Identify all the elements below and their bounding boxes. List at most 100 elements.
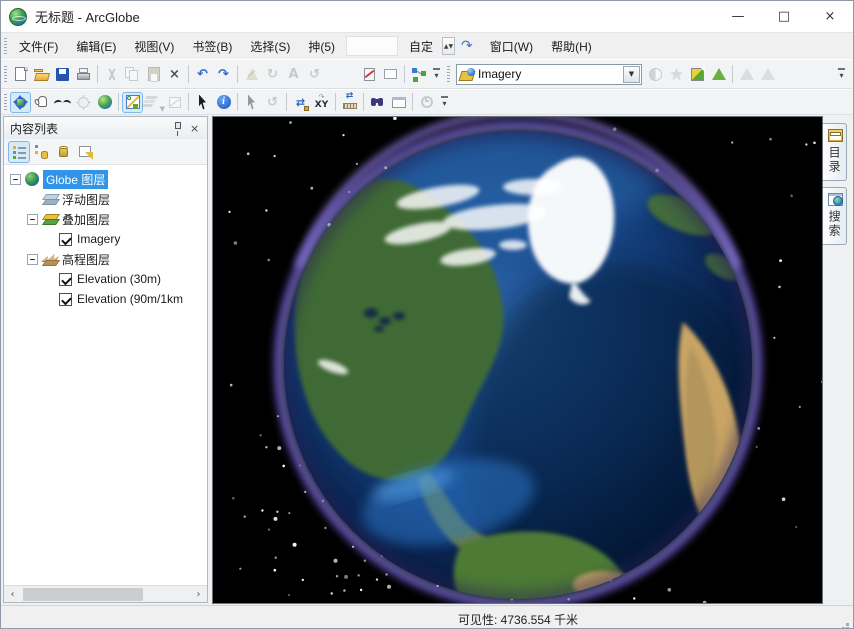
menubar-grip[interactable] [4, 38, 7, 54]
globe-viewport[interactable] [212, 116, 823, 604]
menu-selection[interactable]: 选择(S) [241, 34, 299, 59]
tree-item-floating-layers[interactable]: 浮动图层 [4, 189, 207, 209]
toolbar-grip[interactable] [4, 66, 7, 82]
menu-view[interactable]: 视图(V) [125, 34, 183, 59]
menu-geoprocessing[interactable]: 抻(5) [299, 34, 344, 59]
layer-combo-dropdown-button[interactable]: ▼ [623, 66, 640, 83]
cut-icon[interactable] [102, 65, 121, 84]
toolbar-dropdown-icon[interactable]: ▾ [430, 65, 443, 84]
pan-tool-button[interactable] [32, 93, 51, 112]
delete-icon[interactable]: × [165, 65, 184, 84]
paste-icon[interactable] [144, 65, 163, 84]
open-document-button[interactable] [32, 65, 51, 84]
toolbar-spinner-button[interactable]: ▲▼ [442, 37, 455, 55]
list-by-source-button[interactable] [31, 142, 51, 162]
tree-label-imagery[interactable]: Imagery [77, 232, 120, 246]
tree-item-elevation-30m[interactable]: Elevation (30m) [4, 269, 207, 289]
brightness-icon[interactable] [667, 65, 686, 84]
copy-icon[interactable] [123, 65, 142, 84]
tree-label-draped[interactable]: 叠加图层 [62, 211, 110, 228]
resize-grip[interactable] [846, 623, 849, 626]
scroll-left-icon[interactable]: ‹ [4, 586, 21, 603]
label-tool-icon[interactable]: A [284, 65, 303, 84]
find-tool[interactable] [368, 93, 387, 112]
tools-toolbar-grip[interactable] [4, 94, 7, 110]
new-document-button[interactable] [11, 65, 30, 84]
search-tab[interactable]: 搜索 [823, 187, 847, 245]
floating-redo-icon[interactable]: ↷ [461, 38, 473, 54]
rotate-back-icon[interactable]: ↺ [305, 65, 324, 84]
identify-tool[interactable]: i [214, 93, 233, 112]
fly-tool-button[interactable] [53, 93, 72, 112]
contrast-icon[interactable] [646, 65, 665, 84]
navigation-mode-button[interactable] [123, 93, 142, 112]
menu-customize[interactable]: 自定 [400, 34, 442, 59]
lighting-icon[interactable] [737, 65, 756, 84]
shading-icon[interactable] [758, 65, 777, 84]
imagery-checkbox[interactable] [59, 233, 72, 246]
tree-item-draped-layers[interactable]: 叠加图层 [4, 209, 207, 229]
menu-edit[interactable]: 编辑(E) [67, 34, 125, 59]
menu-help[interactable]: 帮助(H) [542, 34, 601, 59]
collapse-icon[interactable] [27, 214, 38, 225]
undo-button[interactable]: ↶ [193, 65, 212, 84]
viewer-window-icon[interactable] [381, 65, 400, 84]
zoom-to-layer-dropdown[interactable]: ▼ [144, 93, 163, 112]
model-builder-icon[interactable] [409, 65, 428, 84]
list-by-drawing-order-button[interactable] [9, 142, 29, 162]
measure-tool[interactable]: ⇄ [340, 93, 359, 112]
tree-label-elevation[interactable]: 高程图层 [62, 251, 110, 268]
collapse-icon[interactable] [10, 174, 21, 185]
menu-file[interactable]: 文件(F) [10, 34, 67, 59]
maximize-button[interactable]: □ [761, 1, 807, 32]
tree-label-floating[interactable]: 浮动图层 [62, 191, 110, 208]
tree-item-imagery[interactable]: Imagery [4, 229, 207, 249]
toolbar-overflow-icon[interactable]: ▾ [835, 65, 848, 84]
toc-horizontal-scrollbar[interactable]: ‹ › [4, 585, 207, 602]
transparency-icon[interactable] [709, 65, 728, 84]
menu-window[interactable]: 窗口(W) [481, 34, 542, 59]
select-features-tool[interactable] [193, 93, 212, 112]
print-button[interactable] [74, 65, 93, 84]
layer-combo-value: Imagery [478, 67, 623, 81]
elevation-30m-checkbox[interactable] [59, 273, 72, 286]
zoom-to-selected-button[interactable] [165, 93, 184, 112]
redo-button[interactable]: ↷ [214, 65, 233, 84]
layer-combobox[interactable]: Imagery ▼ [456, 64, 642, 85]
scroll-right-icon[interactable]: › [190, 586, 207, 603]
toc-close-icon[interactable]: × [186, 120, 203, 137]
pin-icon[interactable] [169, 120, 186, 137]
tree-label-elevation-30m[interactable]: Elevation (30m) [77, 272, 161, 286]
collapse-icon[interactable] [27, 254, 38, 265]
tree-label-globe[interactable]: Globe 图层 [43, 170, 108, 189]
tree-label-elevation-90m[interactable]: Elevation (90m/1km [77, 292, 183, 306]
select-elements-tool[interactable] [242, 93, 261, 112]
tree-item-elevation-layers[interactable]: 高程图层 [4, 249, 207, 269]
effects-toolbar-grip[interactable] [447, 66, 450, 82]
tools-overflow-icon[interactable]: ▾ [438, 93, 451, 112]
catalog-tab[interactable]: 目录 [823, 123, 847, 181]
list-by-visibility-button[interactable] [53, 142, 73, 162]
time-slider-button[interactable] [417, 93, 436, 112]
rotate-icon[interactable]: ↻ [263, 65, 282, 84]
scrollbar-thumb[interactable] [23, 588, 143, 601]
menu-bookmarks[interactable]: 书签(B) [183, 34, 241, 59]
search-tab-label: 搜索 [826, 210, 843, 238]
save-button[interactable] [53, 65, 72, 84]
full-extent-button[interactable] [95, 93, 114, 112]
minimize-button[interactable]: — [715, 1, 761, 32]
tree-item-globe-layers[interactable]: Globe 图层 [4, 169, 207, 189]
elevation-90m-checkbox[interactable] [59, 293, 72, 306]
go-to-xy-button[interactable]: ↷XY [312, 93, 331, 112]
swipe-layer-icon[interactable] [688, 65, 707, 84]
navigate-tool-button[interactable] [11, 93, 30, 112]
list-by-selection-button[interactable] [75, 142, 95, 162]
close-button[interactable]: × [807, 1, 853, 32]
tree-item-elevation-90m[interactable]: Elevation (90m/1km [4, 289, 207, 309]
html-popup-tool[interactable] [389, 93, 408, 112]
fixed-zoom-in-button[interactable]: ⇄ [291, 93, 310, 112]
add-data-icon[interactable] [360, 65, 379, 84]
protractor-icon[interactable] [242, 65, 261, 84]
center-on-target-button[interactable] [74, 93, 93, 112]
clear-selection-icon[interactable]: ↺ [263, 93, 282, 112]
